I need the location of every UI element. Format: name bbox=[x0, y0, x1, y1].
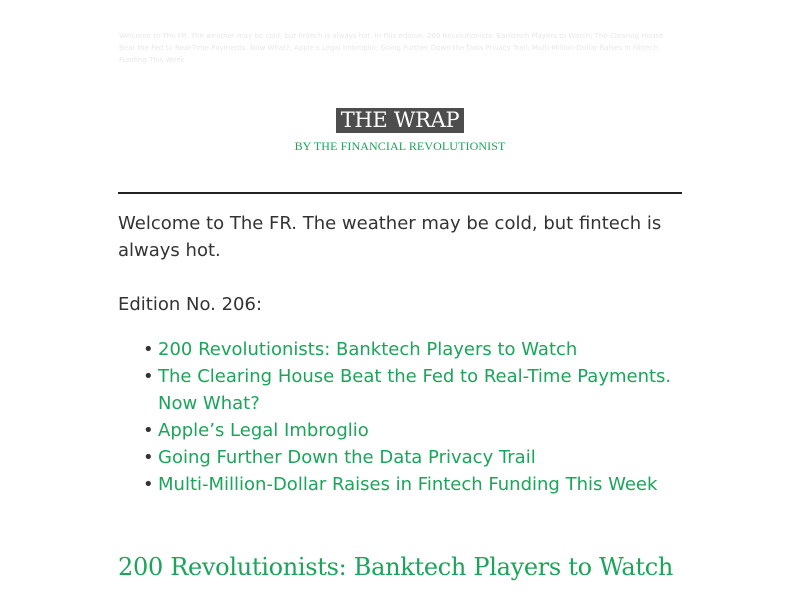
bullet-icon: • bbox=[143, 420, 154, 441]
edition-label: Edition No. 206: bbox=[118, 294, 263, 315]
bullet-icon: • bbox=[143, 474, 154, 495]
toc-item[interactable]: • The Clearing House Beat the Fed to Rea… bbox=[143, 363, 682, 417]
table-of-contents: • 200 Revolutionists: Banktech Players t… bbox=[118, 336, 682, 498]
bullet-icon: • bbox=[143, 447, 154, 468]
toc-link[interactable]: Apple’s Legal Imbroglio bbox=[158, 420, 369, 441]
intro-paragraph: Welcome to The FR. The weather may be co… bbox=[118, 213, 662, 261]
toc-item[interactable]: • Apple’s Legal Imbroglio bbox=[143, 417, 682, 444]
preheader-text: Welcome to The FR. The weather may be co… bbox=[119, 32, 664, 64]
toc-link[interactable]: Going Further Down the Data Privacy Trai… bbox=[158, 447, 536, 468]
section-heading[interactable]: 200 Revolutionists: Banktech Players to … bbox=[118, 550, 718, 584]
email-body: Welcome to The FR. The weather may be co… bbox=[118, 210, 682, 498]
toc-item[interactable]: • Multi-Million-Dollar Raises in Fintech… bbox=[143, 471, 682, 498]
toc-link[interactable]: The Clearing House Beat the Fed to Real-… bbox=[158, 366, 671, 414]
divider bbox=[118, 192, 682, 194]
toc-item[interactable]: • Going Further Down the Data Privacy Tr… bbox=[143, 444, 682, 471]
newsletter-title: THE WRAP bbox=[335, 108, 465, 133]
bullet-icon: • bbox=[143, 339, 154, 360]
newsletter-page: Welcome to The FR. The weather may be co… bbox=[0, 0, 800, 600]
toc-link[interactable]: Multi-Million-Dollar Raises in Fintech F… bbox=[158, 474, 657, 495]
byline-link[interactable]: BY THE FINANCIAL REVOLUTIONIST bbox=[0, 139, 800, 154]
masthead: THE WRAP BY THE FINANCIAL REVOLUTIONIST bbox=[0, 108, 800, 154]
toc-item[interactable]: • 200 Revolutionists: Banktech Players t… bbox=[143, 336, 682, 363]
bullet-icon: • bbox=[143, 366, 154, 387]
toc-link[interactable]: 200 Revolutionists: Banktech Players to … bbox=[158, 339, 577, 360]
